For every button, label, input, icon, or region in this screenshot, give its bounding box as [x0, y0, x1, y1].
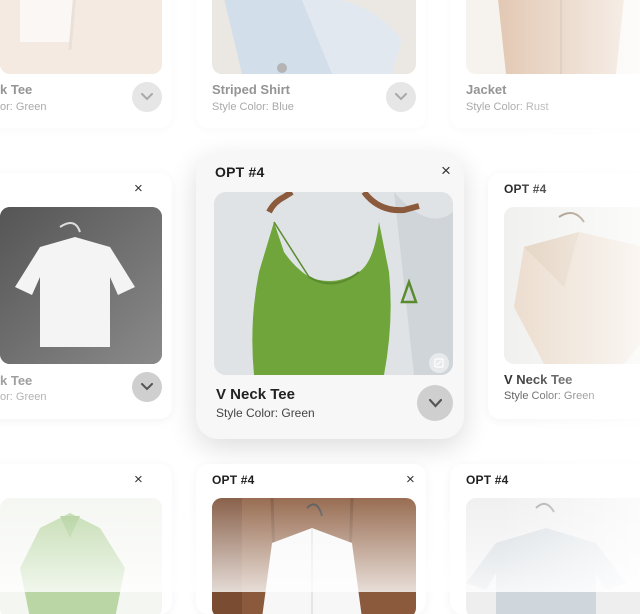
- product-image: [0, 498, 162, 614]
- product-title: V Neck Tee: [216, 386, 295, 403]
- close-icon[interactable]: ×: [134, 181, 143, 196]
- close-icon[interactable]: ×: [406, 472, 415, 487]
- product-image: [214, 192, 453, 375]
- product-image: [504, 207, 640, 364]
- chevron-down-icon: [395, 93, 407, 101]
- product-title: k Tee: [0, 373, 33, 388]
- product-title: Striped Shirt: [212, 82, 291, 97]
- product-title: V Neck Tee: [504, 372, 573, 387]
- card-mid-left[interactable]: × k Tee or: Green: [0, 173, 172, 419]
- product-image: [212, 498, 416, 614]
- edit-button[interactable]: [429, 353, 449, 373]
- product-subtitle: Style Color: Green: [216, 406, 315, 420]
- edit-icon: [434, 358, 444, 368]
- product-subtitle: Style Color: Blue: [212, 101, 294, 113]
- product-subtitle: or: Green: [0, 101, 47, 113]
- chevron-down-icon: [141, 383, 153, 391]
- card-top-left[interactable]: k Tee or: Green: [0, 0, 172, 128]
- product-image: [0, 0, 162, 74]
- chevron-down-icon: [428, 398, 442, 408]
- product-subtitle: Style Color: Rust: [466, 101, 549, 113]
- product-image: [212, 0, 416, 74]
- card-mid-right[interactable]: OPT #4 V Neck Tee Style Color: Green: [488, 173, 640, 419]
- product-title: k Tee: [0, 82, 33, 97]
- chevron-down-icon: [141, 93, 153, 101]
- close-icon[interactable]: ×: [441, 162, 451, 179]
- card-top-right[interactable]: Jacket Style Color: Rust: [450, 0, 640, 128]
- option-label: OPT #4: [504, 182, 547, 196]
- option-label: OPT #4: [215, 164, 265, 180]
- product-image: [466, 498, 640, 614]
- product-subtitle: Style Color: Green: [504, 390, 595, 402]
- expand-button[interactable]: [386, 82, 416, 112]
- product-title: Jacket: [466, 82, 507, 97]
- expand-button[interactable]: [132, 82, 162, 112]
- expand-button[interactable]: [417, 385, 453, 421]
- card-top-mid[interactable]: Striped Shirt Style Color: Blue: [196, 0, 426, 128]
- option-label: OPT #4: [212, 473, 255, 487]
- expand-button[interactable]: [132, 372, 162, 402]
- option-label: OPT #4: [466, 473, 509, 487]
- card-selected[interactable]: OPT #4 × V Neck Tee Style Color: Green: [196, 153, 464, 439]
- close-icon[interactable]: ×: [134, 472, 143, 487]
- product-image: [0, 207, 162, 364]
- product-subtitle: or: Green: [0, 391, 47, 403]
- product-image: [466, 0, 640, 74]
